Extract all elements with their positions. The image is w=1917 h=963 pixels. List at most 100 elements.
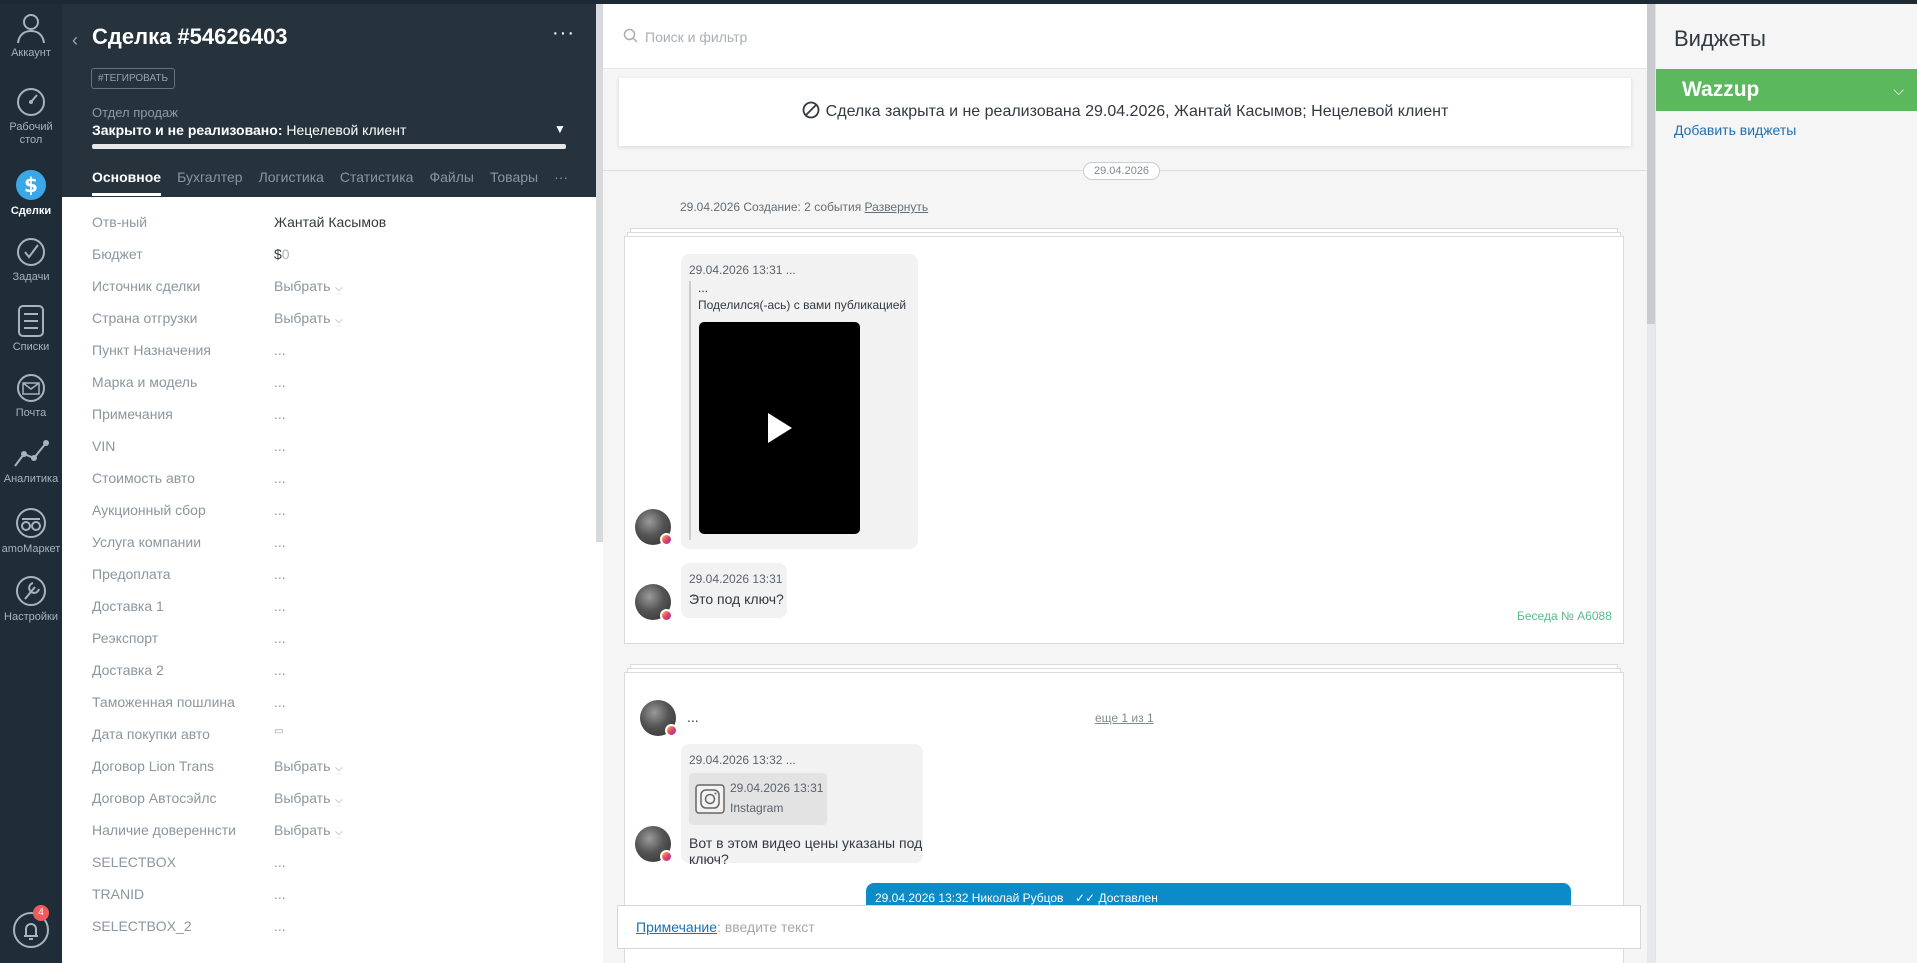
message-bubble: 29.04.2026 13:31 ... Это под ключ? bbox=[681, 563, 787, 618]
chevron-down-icon: ⌵ bbox=[332, 795, 343, 806]
market-icon bbox=[16, 508, 46, 538]
quote-source: Instagram bbox=[730, 801, 784, 815]
svg-text:$: $ bbox=[24, 173, 38, 197]
field-row: SELECTBOX_2... bbox=[92, 918, 572, 950]
select-field[interactable]: Выбрать ⌵ bbox=[274, 310, 343, 326]
nav-dashboard[interactable]: Рабочий стол bbox=[0, 86, 62, 147]
conversation-ellipsis: ... bbox=[687, 709, 699, 725]
field-value[interactable]: ... bbox=[274, 598, 286, 614]
tab-products[interactable]: Товары bbox=[490, 169, 538, 196]
quoted-instagram-card[interactable]: 29.04.2026 13:31 ... Instagram bbox=[689, 773, 827, 825]
nav-label: Сделки bbox=[10, 205, 52, 217]
settings-icon bbox=[16, 576, 46, 606]
conversation-block: 29.04.2026 13:31 ... ... Поделился(-ась)… bbox=[624, 236, 1624, 644]
play-icon[interactable] bbox=[765, 411, 795, 445]
field-value[interactable]: Жантай Касымов bbox=[274, 214, 386, 230]
field-value[interactable]: ... bbox=[274, 470, 286, 486]
widgets-title: Виджеты bbox=[1674, 26, 1766, 51]
field-row: Предоплата... bbox=[92, 566, 572, 598]
field-value[interactable]: ... bbox=[274, 502, 286, 518]
card-menu-button[interactable]: ··· bbox=[552, 22, 575, 45]
select-field[interactable]: Выбрать ⌵ bbox=[274, 822, 343, 838]
add-widgets-link[interactable]: Добавить виджеты bbox=[1674, 122, 1796, 138]
nav-account[interactable]: Аккаунт bbox=[0, 10, 62, 60]
field-value[interactable]: ... bbox=[274, 854, 286, 870]
field-value[interactable]: ... bbox=[274, 374, 286, 390]
search-bar[interactable]: Поиск и фильтр bbox=[603, 4, 1647, 69]
field-row: Примечания... bbox=[92, 406, 572, 438]
instagram-icon bbox=[660, 609, 673, 622]
field-label: Доставка 2 bbox=[92, 662, 164, 678]
field-label: Наличие довереннсти bbox=[92, 822, 236, 838]
conversation-number[interactable]: Беседа № A6088 bbox=[1517, 609, 1612, 623]
field-value[interactable]: ... bbox=[274, 918, 286, 934]
feed-panel: Поиск и фильтр Сделка закрыта и не реали… bbox=[603, 4, 1647, 963]
nav-tasks[interactable]: Задачи bbox=[0, 236, 62, 284]
status-select[interactable]: Закрыто и не реализовано: Нецелевой клие… bbox=[92, 122, 406, 138]
select-field[interactable]: Выбрать ⌵ bbox=[274, 758, 343, 774]
lists-icon bbox=[18, 305, 44, 337]
nav-analytics[interactable]: Аналитика bbox=[0, 438, 62, 486]
more-messages-link[interactable]: еще 1 из 1 bbox=[1095, 711, 1154, 725]
tab-files[interactable]: Файлы bbox=[429, 169, 473, 196]
feed-scrollbar[interactable] bbox=[1647, 4, 1655, 324]
chevron-down-icon[interactable]: ▼ bbox=[554, 122, 566, 136]
field-value[interactable]: ... bbox=[274, 886, 286, 902]
deals-icon: $ bbox=[16, 170, 46, 200]
field-value[interactable]: ... bbox=[274, 662, 286, 678]
card-scrollbar[interactable] bbox=[596, 4, 603, 542]
tasks-icon bbox=[17, 238, 45, 266]
tab-accounting[interactable]: Бухгалтер bbox=[177, 169, 242, 196]
field-value[interactable]: ... bbox=[274, 406, 286, 422]
field-row: Услуга компании... bbox=[92, 534, 572, 566]
nav-settings[interactable]: Настройки bbox=[0, 574, 62, 624]
calendar-icon[interactable]: ▭ bbox=[274, 726, 283, 737]
note-input[interactable]: Примечание: введите текст bbox=[617, 905, 1641, 949]
field-value[interactable]: ... bbox=[274, 566, 286, 582]
budget-field[interactable]: $0 bbox=[274, 246, 290, 262]
message-text: Это под ключ? bbox=[689, 591, 784, 607]
field-label: Таможенная пошлина bbox=[92, 694, 235, 710]
back-arrow-icon[interactable]: ‹ bbox=[72, 30, 78, 51]
search-input[interactable]: Поиск и фильтр bbox=[645, 29, 747, 45]
field-row: Бюджет $0 bbox=[92, 246, 572, 278]
select-value: Выбрать bbox=[274, 822, 331, 838]
tab-more[interactable]: ··· bbox=[554, 169, 568, 196]
nav-mail[interactable]: Почта bbox=[0, 372, 62, 420]
chevron-down-icon: ⌵ bbox=[332, 283, 343, 294]
field-row: Аукционный сбор... bbox=[92, 502, 572, 534]
select-field[interactable]: Выбрать ⌵ bbox=[274, 278, 343, 294]
wazzup-widget[interactable]: Wazzup ⌵ bbox=[1656, 69, 1917, 111]
field-value[interactable]: ... bbox=[274, 438, 286, 454]
video-preview[interactable] bbox=[699, 322, 860, 534]
field-value[interactable]: ... bbox=[274, 694, 286, 710]
tab-logistics[interactable]: Логистика bbox=[259, 169, 324, 196]
tab-statistics[interactable]: Статистика bbox=[340, 169, 414, 196]
nav-deals[interactable]: $ Сделки bbox=[0, 168, 62, 218]
field-label: Реэкспорт bbox=[92, 630, 159, 646]
field-row: Источник сделки Выбрать ⌵ bbox=[92, 278, 572, 310]
tab-main[interactable]: Основное bbox=[92, 169, 162, 196]
field-value[interactable]: ... bbox=[274, 342, 286, 358]
tag-button[interactable]: #ТЕГИРОВАТЬ bbox=[91, 68, 176, 89]
nav-lists[interactable]: Списки bbox=[0, 304, 62, 354]
status-label: Закрыто и не реализовано: bbox=[92, 122, 283, 138]
field-label: Договор Lion Trans bbox=[92, 758, 215, 774]
field-label: Марка и модель bbox=[92, 374, 198, 390]
deal-card: ‹ Сделка #54626403 ··· #ТЕГИРОВАТЬ Отдел… bbox=[62, 4, 596, 963]
field-row: SELECTBOX... bbox=[92, 854, 572, 886]
field-label: Страна отгрузки bbox=[92, 310, 198, 326]
nav-amomarket[interactable]: amoМаркет bbox=[0, 506, 62, 556]
deal-title: Сделка #54626403 bbox=[92, 24, 288, 49]
created-events-text: 29.04.2026 Создание: 2 события bbox=[680, 200, 862, 214]
select-field[interactable]: Выбрать ⌵ bbox=[274, 790, 343, 806]
expand-link[interactable]: Развернуть bbox=[865, 200, 929, 214]
blocked-icon bbox=[802, 101, 820, 119]
select-value: Выбрать bbox=[274, 790, 331, 806]
analytics-icon bbox=[14, 440, 49, 467]
select-value: Выбрать bbox=[274, 758, 331, 774]
field-value[interactable]: ... bbox=[274, 630, 286, 646]
note-type-link[interactable]: Примечание bbox=[636, 919, 717, 935]
field-value[interactable]: ... bbox=[274, 534, 286, 550]
quoted-ellipsis: ... bbox=[698, 281, 709, 295]
